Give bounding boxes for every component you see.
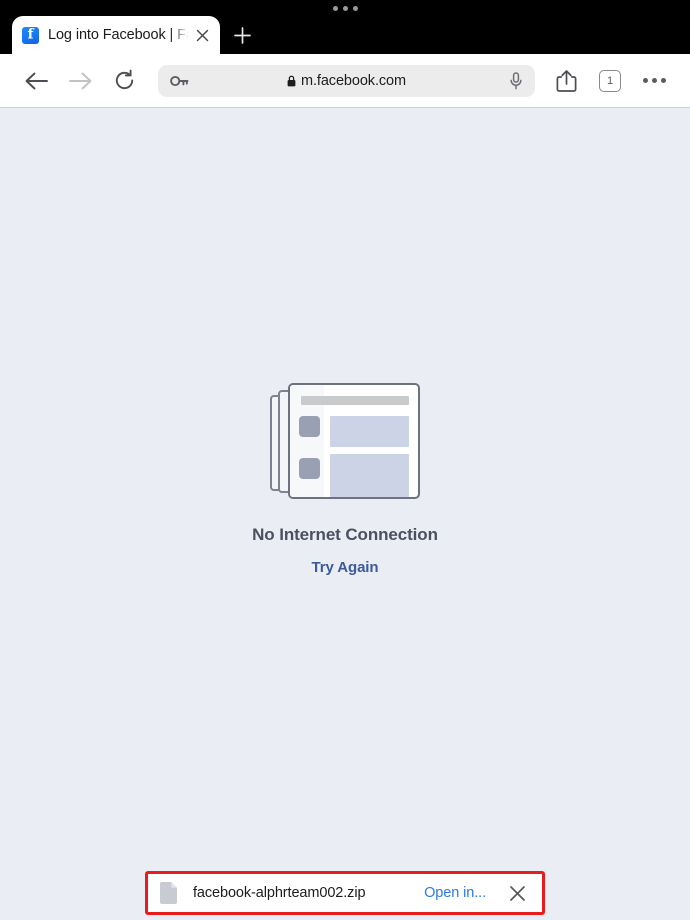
microphone-icon[interactable] <box>509 71 523 90</box>
browser-window: Log into Facebook | Face <box>0 0 690 920</box>
page-header-bar <box>301 395 409 405</box>
tab-close-icon[interactable] <box>192 25 212 45</box>
new-tab-button[interactable] <box>220 16 264 54</box>
download-notification-bar[interactable]: facebook-alphrteam002.zip Open in... <box>145 871 545 915</box>
back-arrow-icon <box>25 72 48 89</box>
tab-bar: Log into Facebook | Face <box>0 16 690 54</box>
page-thumb-1 <box>299 415 320 437</box>
share-icon <box>556 69 576 92</box>
page-block-1 <box>330 415 409 447</box>
back-button[interactable] <box>14 59 58 103</box>
error-page: No Internet Connection Try Again <box>252 382 438 576</box>
try-again-link[interactable]: Try Again <box>312 559 379 576</box>
broken-page-icon <box>270 382 420 499</box>
open-in-button[interactable]: Open in... <box>424 885 486 901</box>
more-menu-button[interactable] <box>632 59 676 103</box>
more-dots-icon <box>642 78 666 83</box>
address-bar[interactable]: m.facebook.com <box>158 64 535 97</box>
download-close-icon[interactable] <box>506 882 528 904</box>
share-button[interactable] <box>544 59 588 103</box>
page-stack-front <box>288 382 420 499</box>
tab-facebook[interactable]: Log into Facebook | Face <box>12 16 220 54</box>
tab-title: Log into Facebook | Face <box>48 27 190 43</box>
tab-overview-button[interactable]: 1 <box>588 59 632 103</box>
reload-icon <box>115 69 133 90</box>
facebook-favicon-icon <box>22 26 39 44</box>
forward-button[interactable] <box>58 59 102 103</box>
page-block-2 <box>330 453 409 497</box>
page-content: No Internet Connection Try Again faceboo… <box>0 108 690 920</box>
tab-count-badge: 1 <box>599 69 621 92</box>
error-title: No Internet Connection <box>252 524 438 544</box>
reload-button[interactable] <box>102 59 146 103</box>
document-icon <box>160 882 177 904</box>
address-bar-url: m.facebook.com <box>301 72 406 89</box>
forward-arrow-icon <box>68 72 91 89</box>
browser-toolbar: m.facebook.com 1 <box>0 54 690 108</box>
address-bar-content: m.facebook.com <box>158 73 535 89</box>
key-icon[interactable] <box>170 74 189 88</box>
window-drag-dots-icon[interactable] <box>332 5 358 11</box>
window-drag-strip[interactable] <box>0 0 690 16</box>
download-file-name: facebook-alphrteam002.zip <box>193 885 366 901</box>
lock-icon <box>287 75 296 86</box>
page-thumb-2 <box>299 457 320 479</box>
